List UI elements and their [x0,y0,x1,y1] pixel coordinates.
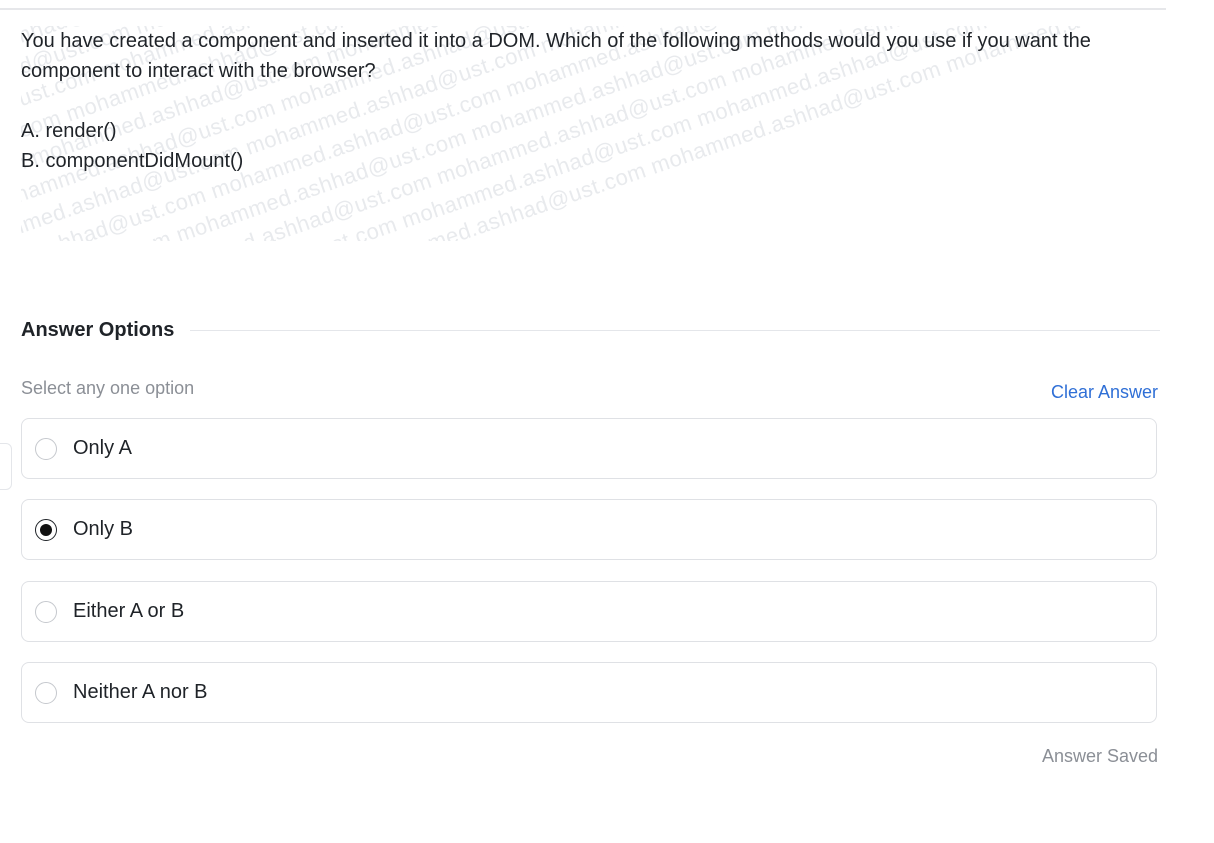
option-label: Neither A nor B [73,681,208,703]
option-label: Only A [73,437,132,459]
statement-a: A. render() [21,120,117,142]
answer-options-header: Answer Options [21,315,1160,345]
answer-option-neither[interactable]: Neither A nor B [21,662,1157,723]
answer-option-only-a[interactable]: Only A [21,418,1157,479]
statement-b: B. componentDidMount() [21,150,244,172]
question-statements: A. render() B. componentDidMount() [21,116,1161,176]
clear-answer-button[interactable]: Clear Answer [1051,382,1158,403]
top-divider [0,8,1166,10]
radio-button[interactable] [35,681,57,704]
answer-saved-status: Answer Saved [1041,746,1158,766]
answer-option-either[interactable]: Either A or B [21,581,1157,642]
radio-button[interactable] [35,600,57,623]
side-panel-handle[interactable] [0,443,12,490]
answer-option-only-b[interactable]: Only B [21,499,1157,560]
option-label: Only B [73,518,134,540]
answer-options-title: Answer Options [21,318,175,341]
question-page: mohammed.ashhad@ust.com mohammed.ashhad@… [0,0,1214,843]
option-label: Either A or B [73,600,185,622]
radio-button[interactable] [35,518,57,541]
question-text: You have created a component and inserte… [21,30,1091,82]
question-panel: mohammed.ashhad@ust.com mohammed.ashhad@… [21,26,1161,241]
selection-hint: Select any one option [21,378,195,398]
header-divider [190,329,1160,331]
radio-button[interactable] [35,437,57,460]
